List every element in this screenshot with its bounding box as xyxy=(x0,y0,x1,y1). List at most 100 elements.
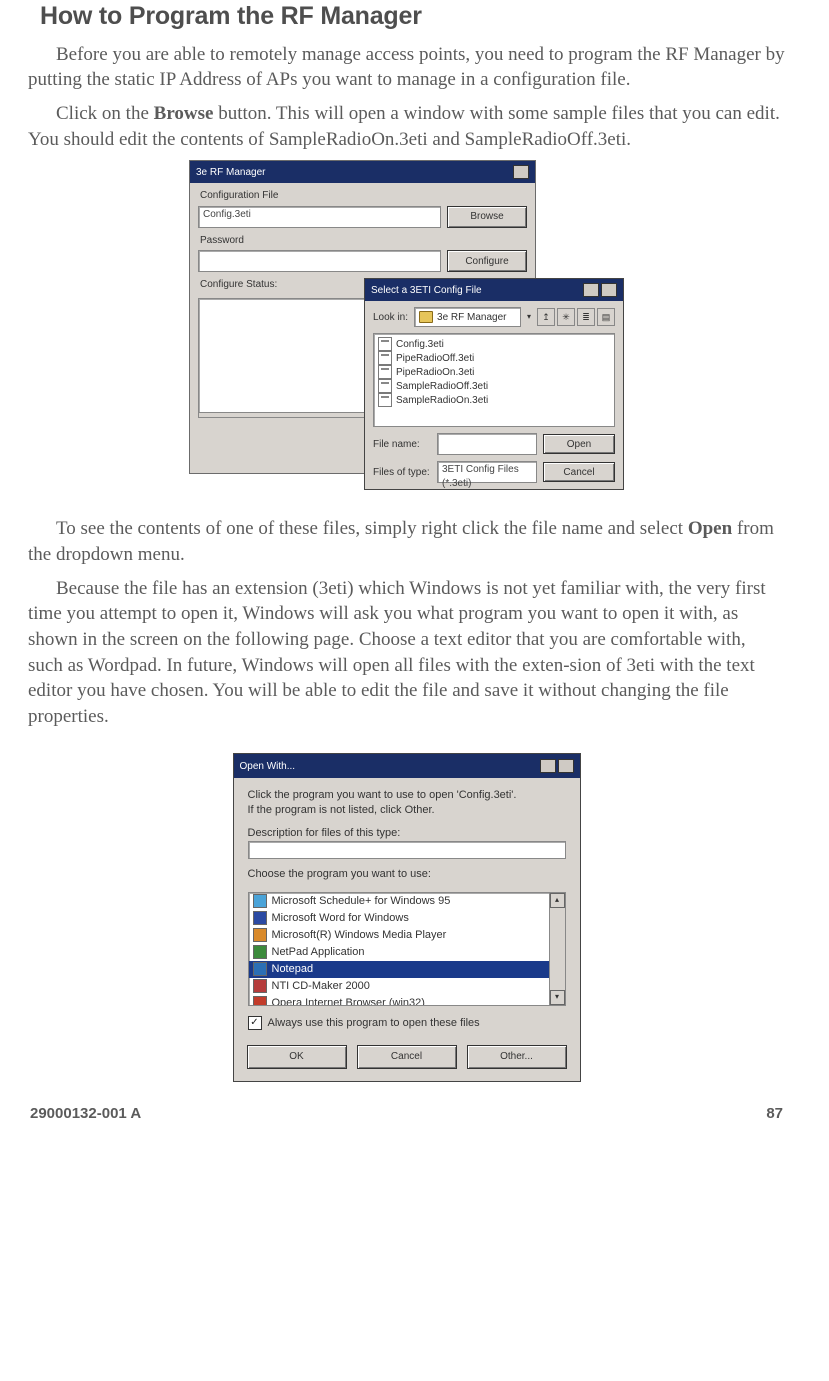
program-icon xyxy=(253,894,267,908)
program-icon xyxy=(253,962,267,976)
program-list[interactable]: Microsoft Schedule+ for Windows 95 Micros… xyxy=(248,892,566,1006)
close-icon[interactable] xyxy=(601,283,617,297)
open-with-message-1: Click the program you want to use to ope… xyxy=(248,788,566,803)
chevron-down-icon[interactable]: ▾ xyxy=(527,312,531,323)
list-item[interactable]: Notepad xyxy=(249,961,565,978)
open-with-message-2: If the program is not listed, click Othe… xyxy=(248,803,566,818)
file-icon xyxy=(378,365,392,379)
file-icon xyxy=(378,337,392,351)
list-item[interactable]: PipeRadioOff.3eti xyxy=(378,351,610,365)
list-view-icon[interactable]: ≣ xyxy=(577,308,595,326)
program-name: NTI CD-Maker 2000 xyxy=(272,979,370,994)
help-icon[interactable] xyxy=(583,283,599,297)
close-icon[interactable] xyxy=(558,759,574,773)
file-type-label: Files of type: xyxy=(373,466,431,480)
file-icon xyxy=(378,393,392,407)
list-item[interactable]: Microsoft(R) Windows Media Player xyxy=(249,927,565,944)
list-item[interactable]: Microsoft Schedule+ for Windows 95 xyxy=(249,893,565,910)
file-name: SampleRadioOff.3eti xyxy=(396,380,488,394)
description-label: Description for files of this type: xyxy=(248,826,566,841)
ok-button[interactable]: OK xyxy=(247,1045,347,1069)
always-use-checkbox[interactable]: ✓ xyxy=(248,1016,262,1030)
rf-manager-title: 3e RF Manager xyxy=(196,166,265,180)
file-name: SampleRadioOn.3eti xyxy=(396,394,488,408)
open-button[interactable]: Open xyxy=(543,434,615,454)
rf-manager-titlebar: 3e RF Manager xyxy=(190,161,535,183)
close-icon[interactable] xyxy=(513,165,529,179)
footer-page-number: 87 xyxy=(766,1104,783,1124)
p3-pre: To see the contents of one of these file… xyxy=(56,518,688,539)
list-item[interactable]: Opera Internet Browser (win32) xyxy=(249,995,565,1006)
file-name: PipeRadioOff.3eti xyxy=(396,352,474,366)
configure-button[interactable]: Configure xyxy=(447,250,527,272)
list-item[interactable]: NetPad Application xyxy=(249,944,565,961)
file-name-label: File name: xyxy=(373,438,431,452)
file-open-dialog: Select a 3ETI Config File Look in: 3e RF… xyxy=(364,278,624,490)
file-icon xyxy=(378,351,392,365)
program-name: Microsoft Word for Windows xyxy=(272,911,409,926)
program-name: Notepad xyxy=(272,962,314,977)
file-name: PipeRadioOn.3eti xyxy=(396,366,474,380)
program-name: Microsoft(R) Windows Media Player xyxy=(272,928,447,943)
program-scrollbar[interactable] xyxy=(549,893,565,1005)
password-label: Password xyxy=(200,234,525,248)
list-item[interactable]: SampleRadioOff.3eti xyxy=(378,379,610,393)
new-folder-icon[interactable]: ✳ xyxy=(557,308,575,326)
look-in-value: 3e RF Manager xyxy=(437,311,506,325)
open-with-dialog: Open With... Click the program you want … xyxy=(233,753,581,1081)
always-use-label: Always use this program to open these fi… xyxy=(268,1016,480,1031)
help-icon[interactable] xyxy=(540,759,556,773)
other-button[interactable]: Other... xyxy=(467,1045,567,1069)
p2-pre: Click on the xyxy=(56,103,154,124)
p3-bold: Open xyxy=(688,518,732,539)
program-icon xyxy=(253,979,267,993)
file-type-select[interactable]: 3ETI Config Files (*.3eti) xyxy=(437,461,537,483)
look-in-select[interactable]: 3e RF Manager xyxy=(414,307,521,327)
footer-doc-number: 29000132-001 A xyxy=(30,1104,141,1124)
cancel-button[interactable]: Cancel xyxy=(543,462,615,482)
p2-bold: Browse xyxy=(154,103,214,124)
config-file-label: Configuration File xyxy=(200,189,525,203)
file-list[interactable]: Config.3eti PipeRadioOff.3eti PipeRadioO… xyxy=(373,333,615,427)
paragraph-2: Click on the Browse button. This will op… xyxy=(28,101,785,152)
file-dialog-titlebar: Select a 3ETI Config File xyxy=(365,279,623,301)
page-footer: 29000132-001 A 87 xyxy=(28,1104,785,1124)
open-with-titlebar: Open With... xyxy=(234,754,580,778)
list-item[interactable]: SampleRadioOn.3eti xyxy=(378,393,610,407)
paragraph-3: To see the contents of one of these file… xyxy=(28,516,785,567)
description-input[interactable] xyxy=(248,841,566,859)
scroll-down-icon[interactable]: ▾ xyxy=(550,990,565,1005)
list-item[interactable]: PipeRadioOn.3eti xyxy=(378,365,610,379)
program-icon xyxy=(253,996,267,1006)
program-name: Microsoft Schedule+ for Windows 95 xyxy=(272,894,451,909)
paragraph-4: Because the file has an extension (3eti)… xyxy=(28,576,785,730)
look-in-label: Look in: xyxy=(373,311,408,325)
details-view-icon[interactable]: ▤ xyxy=(597,308,615,326)
cancel-button[interactable]: Cancel xyxy=(357,1045,457,1069)
choose-program-label: Choose the program you want to use: xyxy=(248,867,566,882)
config-file-input[interactable]: Config.3eti xyxy=(198,206,441,228)
program-name: NetPad Application xyxy=(272,945,365,960)
scroll-up-icon[interactable]: ▴ xyxy=(550,893,565,908)
figure-1-wrap: 3e RF Manager Configuration File Config.… xyxy=(28,160,785,502)
folder-icon xyxy=(419,311,433,323)
paragraph-1: Before you are able to remotely manage a… xyxy=(28,42,785,93)
figure-2-wrap: Open With... Click the program you want … xyxy=(28,753,785,1081)
up-folder-icon[interactable]: ↥ xyxy=(537,308,555,326)
program-icon xyxy=(253,928,267,942)
file-name-input[interactable] xyxy=(437,433,537,455)
password-input[interactable] xyxy=(198,250,441,272)
browse-button[interactable]: Browse xyxy=(447,206,527,228)
program-icon xyxy=(253,945,267,959)
program-name: Opera Internet Browser (win32) xyxy=(272,996,425,1006)
list-item[interactable]: Microsoft Word for Windows xyxy=(249,910,565,927)
file-dialog-title: Select a 3ETI Config File xyxy=(371,284,482,298)
file-icon xyxy=(378,379,392,393)
page-heading: How to Program the RF Manager xyxy=(40,0,785,34)
file-name: Config.3eti xyxy=(396,338,444,352)
list-item[interactable]: NTI CD-Maker 2000 xyxy=(249,978,565,995)
open-with-title: Open With... xyxy=(240,760,296,774)
program-icon xyxy=(253,911,267,925)
figure-1: 3e RF Manager Configuration File Config.… xyxy=(189,160,624,502)
list-item[interactable]: Config.3eti xyxy=(378,337,610,351)
